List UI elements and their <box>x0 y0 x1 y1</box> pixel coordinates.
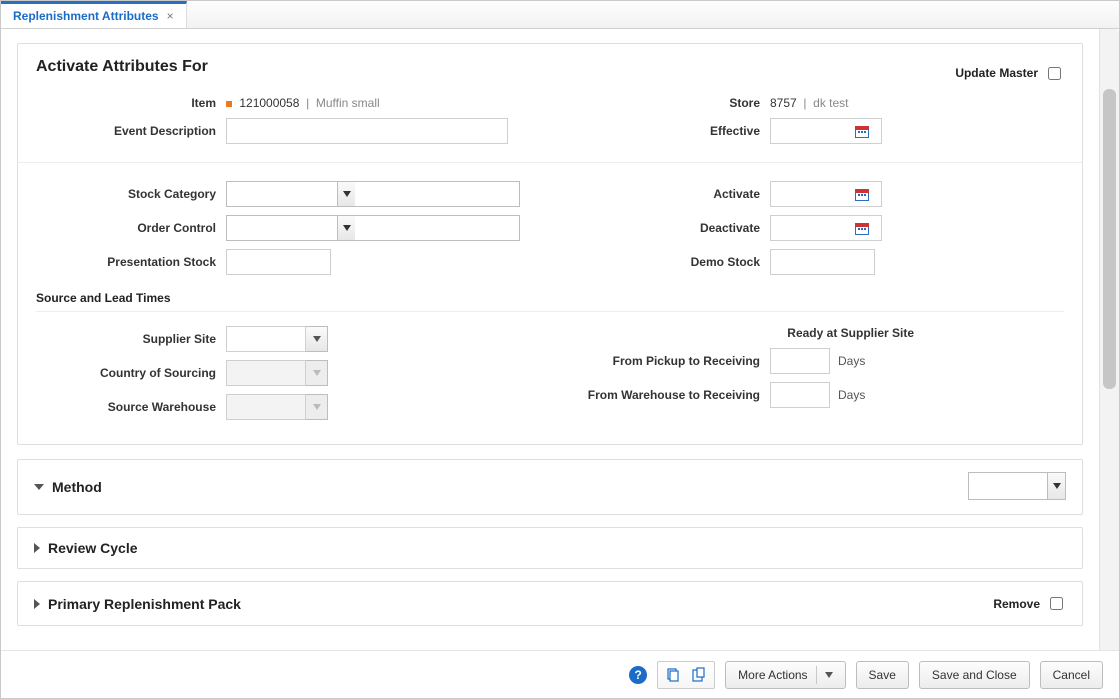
method-section: Method <box>17 459 1083 515</box>
activate-label: Activate <box>580 187 770 201</box>
remove-checkbox[interactable] <box>1050 597 1063 610</box>
help-icon[interactable]: ? <box>629 666 647 684</box>
more-actions-label: More Actions <box>738 668 807 682</box>
demo-stock-input[interactable] <box>770 249 875 275</box>
order-control-label: Order Control <box>36 221 226 235</box>
pickup-label: From Pickup to Receiving <box>580 354 770 368</box>
effective-date-input[interactable] <box>770 118 882 144</box>
order-control-select[interactable] <box>226 215 520 241</box>
store-id: 8757 <box>770 96 797 110</box>
vertical-scrollbar[interactable] <box>1099 29 1119 650</box>
save-button[interactable]: Save <box>856 661 909 689</box>
activate-date-input[interactable] <box>770 181 882 207</box>
store-label: Store <box>580 96 770 110</box>
scrollbar-thumb[interactable] <box>1103 89 1116 389</box>
effective-label: Effective <box>580 124 770 138</box>
footer-toolbar: ? More Actions Save Save and Close Cance… <box>1 650 1119 698</box>
remove-label: Remove <box>993 597 1040 611</box>
supplier-site-input[interactable] <box>226 326 306 352</box>
app-window: Replenishment Attributes × Activate Attr… <box>0 0 1120 699</box>
supplier-site-lov[interactable] <box>226 326 520 352</box>
effective-date-text[interactable] <box>777 120 849 142</box>
country-lov <box>226 360 520 386</box>
primary-pack-section: Primary Replenishment Pack Remove <box>17 581 1083 626</box>
wh-label: From Warehouse to Receiving <box>580 388 770 402</box>
country-input <box>226 360 306 386</box>
calendar-icon[interactable] <box>855 221 869 235</box>
source-wh-label: Source Warehouse <box>36 400 226 414</box>
disclosure-closed-icon[interactable] <box>34 599 40 609</box>
item-id: 121000058 <box>239 96 299 110</box>
pickup-days-input[interactable] <box>770 348 830 374</box>
wh-days-input[interactable] <box>770 382 830 408</box>
paste-icon[interactable] <box>690 666 708 684</box>
method-title: Method <box>52 479 102 495</box>
source-section-title: Source and Lead Times <box>36 291 1064 305</box>
save-and-close-button[interactable]: Save and Close <box>919 661 1030 689</box>
supplier-site-label: Supplier Site <box>36 332 226 346</box>
copy-icon[interactable] <box>664 666 682 684</box>
event-description-label: Event Description <box>36 124 226 138</box>
cancel-label: Cancel <box>1053 668 1090 682</box>
primary-pack-title: Primary Replenishment Pack <box>48 596 241 612</box>
chevron-down-icon <box>306 360 328 386</box>
deactivate-date-text[interactable] <box>777 217 849 239</box>
save-and-close-label: Save and Close <box>932 668 1017 682</box>
review-cycle-section: Review Cycle <box>17 527 1083 569</box>
update-master-checkbox[interactable] <box>1048 67 1061 80</box>
event-description-input[interactable] <box>226 118 508 144</box>
chevron-down-icon[interactable] <box>825 672 833 678</box>
more-actions-button[interactable]: More Actions <box>725 661 845 689</box>
activate-attributes-card: Activate Attributes For Update Master It… <box>17 43 1083 445</box>
deactivate-date-input[interactable] <box>770 215 882 241</box>
content-area: Activate Attributes For Update Master It… <box>1 29 1099 650</box>
cancel-button[interactable]: Cancel <box>1040 661 1103 689</box>
review-cycle-title: Review Cycle <box>48 540 138 556</box>
disclosure-open-icon[interactable] <box>34 484 44 490</box>
ready-at-supplier-label: Ready at Supplier Site <box>580 326 1064 340</box>
source-wh-lov <box>226 394 520 420</box>
source-wh-input <box>226 394 306 420</box>
item-desc: Muffin small <box>316 96 380 110</box>
item-flag-icon <box>226 101 232 107</box>
tab-title: Replenishment Attributes <box>13 9 159 23</box>
tab-bar: Replenishment Attributes × <box>1 1 1119 29</box>
icon-button-group <box>657 661 715 689</box>
chevron-down-icon <box>306 394 328 420</box>
deactivate-label: Deactivate <box>580 221 770 235</box>
chevron-down-icon[interactable] <box>337 216 355 240</box>
activate-date-text[interactable] <box>777 183 849 205</box>
order-control-value <box>227 216 337 240</box>
disclosure-closed-icon[interactable] <box>34 543 40 553</box>
calendar-icon[interactable] <box>855 187 869 201</box>
stock-category-label: Stock Category <box>36 187 226 201</box>
method-select[interactable] <box>968 472 1066 500</box>
stock-category-select[interactable] <box>226 181 520 207</box>
presentation-stock-input[interactable] <box>226 249 331 275</box>
chevron-down-icon[interactable] <box>306 326 328 352</box>
days-suffix: Days <box>838 388 865 402</box>
method-select-value <box>969 473 1047 499</box>
save-label: Save <box>869 668 896 682</box>
item-value: 121000058 | Muffin small <box>226 96 520 110</box>
demo-stock-label: Demo Stock <box>580 255 770 269</box>
page-title: Activate Attributes For <box>36 58 208 76</box>
tab-close-icon[interactable]: × <box>167 9 174 23</box>
tab-replenishment-attributes[interactable]: Replenishment Attributes × <box>1 1 187 28</box>
store-desc: dk test <box>813 96 848 110</box>
days-suffix: Days <box>838 354 865 368</box>
update-master-label: Update Master <box>955 66 1038 80</box>
calendar-icon[interactable] <box>855 124 869 138</box>
country-label: Country of Sourcing <box>36 366 226 380</box>
presentation-stock-label: Presentation Stock <box>36 255 226 269</box>
chevron-down-icon[interactable] <box>1047 473 1065 499</box>
item-label: Item <box>36 96 226 110</box>
stock-category-value <box>227 182 337 206</box>
chevron-down-icon[interactable] <box>337 182 355 206</box>
store-value: 8757 | dk test <box>770 96 1064 110</box>
